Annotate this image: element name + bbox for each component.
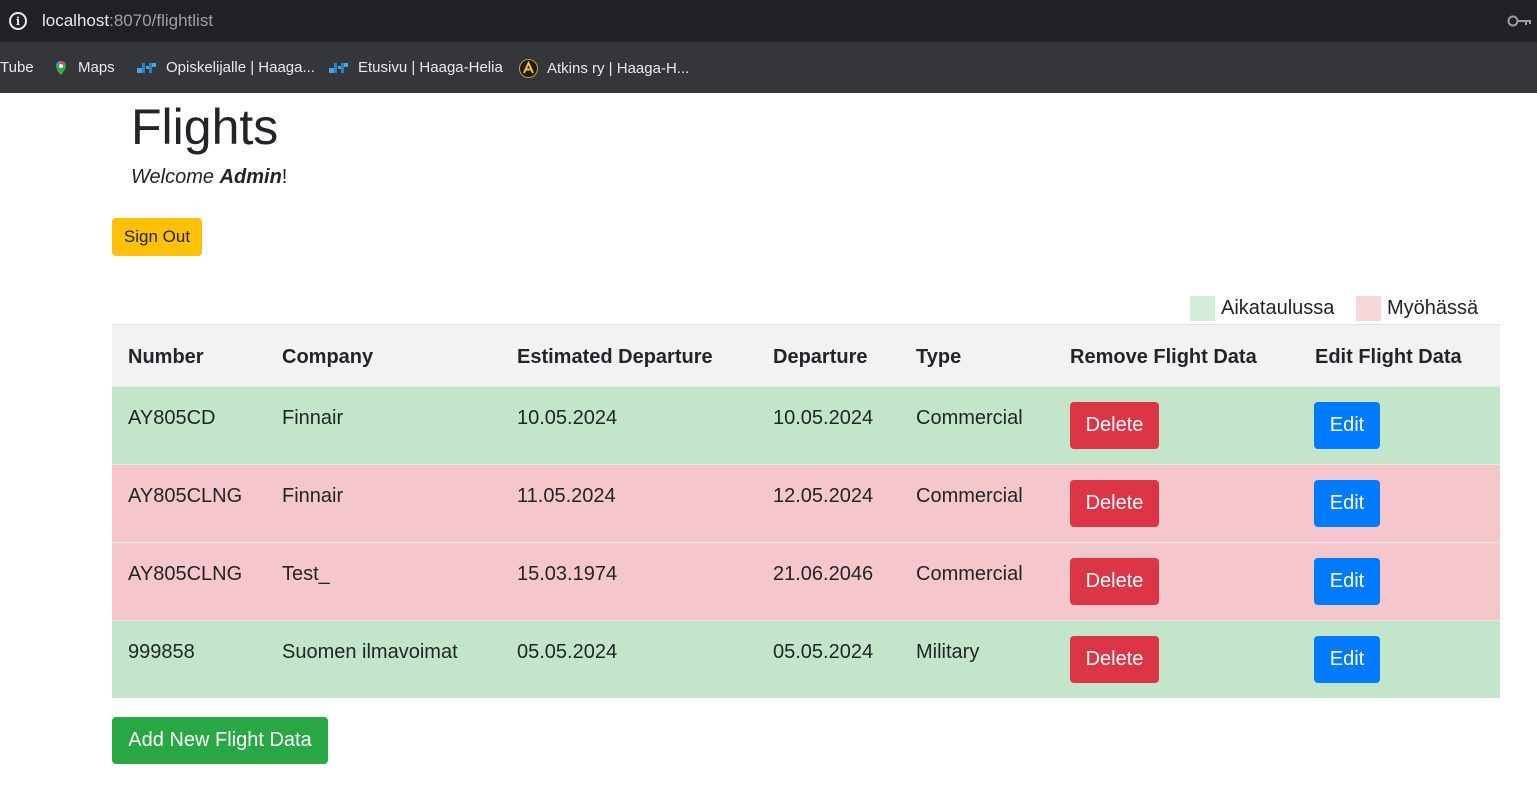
cell-departure: 12.05.2024: [773, 485, 874, 507]
url-field[interactable]: localhost:8070/flightlist: [42, 11, 213, 31]
table-row: AY805CLNG Test_ 15.03.1974 21.06.2046 Co…: [112, 542, 1500, 620]
delete-button[interactable]: Delete: [1070, 636, 1159, 683]
password-key-icon[interactable]: [1507, 13, 1533, 29]
header-type: Type: [916, 346, 962, 368]
table-row: AY805CD Finnair 10.05.2024 10.05.2024 Co…: [112, 386, 1500, 464]
cell-number: 999858: [128, 641, 195, 663]
edit-button[interactable]: Edit: [1314, 480, 1380, 527]
bookmark-maps[interactable]: Maps: [53, 59, 115, 76]
bookmark-label: Maps: [78, 59, 115, 76]
delete-button[interactable]: Delete: [1070, 480, 1159, 527]
cell-type: Commercial: [916, 485, 1023, 507]
header-number: Number: [128, 346, 204, 368]
bookmark-label: Etusivu | Haaga-Helia: [358, 59, 503, 76]
cell-estimated: 10.05.2024: [517, 407, 618, 429]
bookmark-label: Tube: [0, 59, 34, 76]
delete-button[interactable]: Delete: [1070, 558, 1159, 605]
legend-swatch-delayed: [1356, 296, 1381, 321]
table-row: 999858 Suomen ilmavoimat 05.05.2024 05.0…: [112, 620, 1500, 698]
header-departure: Departure: [773, 346, 868, 368]
table-row: AY805CLNG Finnair 11.05.2024 12.05.2024 …: [112, 464, 1500, 542]
cell-estimated: 15.03.1974: [517, 563, 618, 585]
bookmark-opiskelijalle[interactable]: Opiskelijalle | Haaga...: [137, 59, 315, 76]
url-path: :8070/flightlist: [109, 11, 214, 30]
edit-button[interactable]: Edit: [1314, 558, 1380, 605]
cell-estimated: 11.05.2024: [517, 485, 616, 507]
cell-company: Finnair: [282, 407, 344, 429]
add-flight-button[interactable]: Add New Flight Data: [112, 717, 328, 764]
atkins-icon: [519, 59, 538, 78]
username: Admin: [219, 166, 282, 188]
cell-number: AY805CD: [128, 407, 216, 429]
cell-departure: 05.05.2024: [773, 641, 874, 663]
edit-button[interactable]: Edit: [1314, 636, 1380, 683]
cell-type: Commercial: [916, 563, 1023, 585]
maps-pin-icon: [56, 60, 66, 75]
edit-button[interactable]: Edit: [1314, 402, 1380, 449]
haaga-helia-icon: [329, 62, 348, 73]
bookmarks-bar: Tube Maps Opiskelijalle | Haaga... Etusi…: [0, 42, 1537, 93]
bookmark-youtube[interactable]: Tube: [0, 59, 34, 76]
header-edit: Edit Flight Data: [1315, 346, 1462, 368]
url-host: localhost: [42, 11, 110, 30]
legend-label: Aikataulussa: [1221, 297, 1335, 319]
flights-table: Number Company Estimated Departure Depar…: [112, 324, 1500, 698]
cell-estimated: 05.05.2024: [517, 641, 618, 663]
cell-number: AY805CLNG: [128, 485, 243, 507]
cell-company: Suomen ilmavoimat: [282, 641, 458, 663]
cell-type: Commercial: [916, 407, 1023, 429]
legend-on-time: Aikataulussa: [1190, 296, 1334, 321]
cell-number: AY805CLNG: [128, 563, 243, 585]
cell-departure: 21.06.2046: [773, 563, 874, 585]
page-title: Flights: [131, 99, 279, 155]
cell-company: Test_: [282, 563, 330, 585]
bookmark-label: Atkins ry | Haaga-H...: [547, 60, 690, 77]
header-estimated-departure: Estimated Departure: [517, 346, 713, 368]
bookmark-etusivu[interactable]: Etusivu | Haaga-Helia: [329, 59, 503, 76]
legend-swatch-on-time: [1190, 296, 1215, 321]
bookmark-atkins[interactable]: Atkins ry | Haaga-H...: [519, 59, 689, 78]
delete-button[interactable]: Delete: [1070, 402, 1159, 449]
cell-company: Finnair: [282, 485, 344, 507]
welcome-message: Welcome Admin!: [131, 166, 287, 189]
address-bar: i localhost:8070/flightlist: [0, 0, 1537, 42]
cell-type: Military: [916, 641, 980, 663]
site-info-icon[interactable]: i: [9, 12, 27, 30]
sign-out-button[interactable]: Sign Out: [112, 218, 202, 256]
legend-label: Myöhässä: [1387, 297, 1479, 319]
welcome-suffix: !: [281, 166, 288, 188]
legend-delayed: Myöhässä: [1356, 296, 1478, 321]
header-remove: Remove Flight Data: [1070, 346, 1257, 368]
header-company: Company: [282, 346, 374, 368]
cell-departure: 10.05.2024: [773, 407, 874, 429]
haaga-helia-icon: [137, 62, 156, 73]
bookmark-label: Opiskelijalle | Haaga...: [166, 59, 315, 76]
welcome-prefix: Welcome: [131, 166, 214, 188]
table-header: Number Company Estimated Departure Depar…: [112, 324, 1500, 386]
